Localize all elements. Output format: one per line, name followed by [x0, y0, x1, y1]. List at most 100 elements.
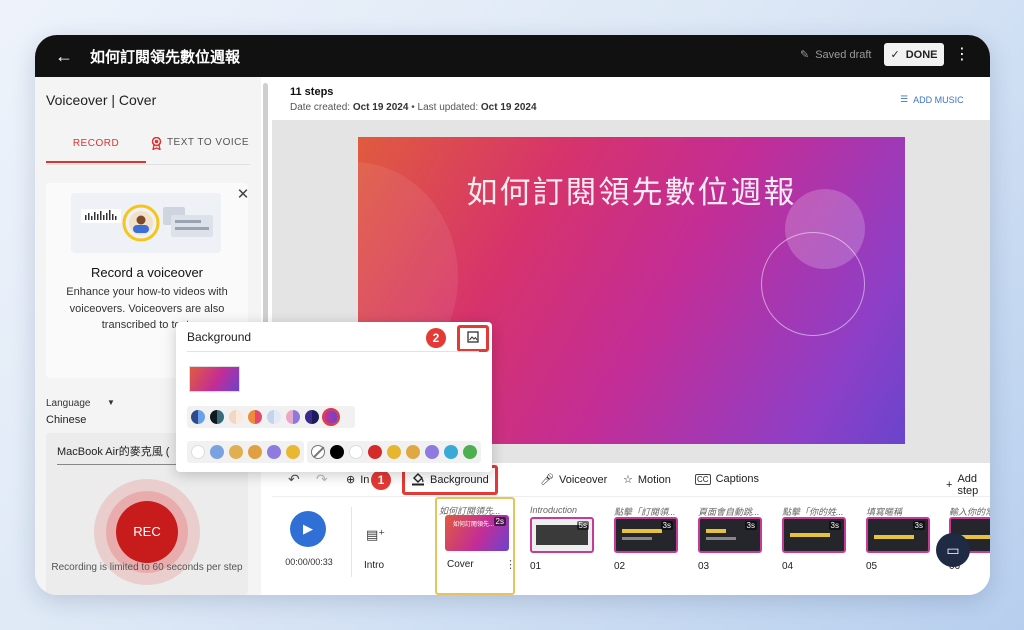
- microphone-icon: 🎤︎: [540, 474, 554, 486]
- color-swatch[interactable]: [229, 445, 243, 459]
- color-swatch[interactable]: [267, 445, 281, 459]
- no-color-icon[interactable]: [311, 445, 325, 459]
- palette-group: [187, 441, 304, 463]
- image-upload-button[interactable]: [457, 325, 489, 352]
- clip-label: 01: [530, 561, 542, 572]
- cloud-saved-icon: ✎: [800, 49, 810, 61]
- add-music-button[interactable]: ☰ ADD MUSIC: [900, 94, 964, 105]
- chat-support-icon[interactable]: ▭: [936, 533, 970, 567]
- add-video-icon[interactable]: ▤⁺: [366, 527, 385, 543]
- color-swatch[interactable]: [286, 445, 300, 459]
- back-arrow-icon[interactable]: ←: [51, 43, 77, 69]
- tab-record[interactable]: RECORD: [46, 137, 146, 163]
- step-badge-1: 1: [371, 470, 391, 490]
- playback-time: 00:00/00:33: [285, 557, 333, 567]
- close-icon[interactable]: ✕: [235, 187, 251, 203]
- closed-captions-icon: CC: [695, 473, 711, 485]
- voiceover-tool[interactable]: 🎤︎ Voiceover: [540, 473, 608, 487]
- caret-down-icon[interactable]: ▼: [107, 398, 115, 407]
- clip-duration: 3s: [744, 521, 757, 530]
- gradient-swatch[interactable]: [191, 410, 205, 424]
- top-bar: ← 如何訂閱領先數位週報 ✎ Saved draft ✓ DONE ⋮: [35, 35, 990, 77]
- current-background-preview: [189, 366, 240, 392]
- clip-label: Cover: [447, 559, 474, 570]
- gradient-swatch[interactable]: [210, 410, 224, 424]
- decor-circle-outline: [761, 232, 865, 336]
- voiceover-tool-label: Voiceover: [558, 473, 608, 486]
- clip-duration: 3s: [912, 521, 925, 530]
- tab-text-to-voice[interactable]: TEXT TO VOICE: [150, 136, 250, 163]
- color-swatch[interactable]: [444, 445, 458, 459]
- star-icon: ☆: [623, 474, 633, 486]
- gradient-swatch[interactable]: [286, 410, 300, 424]
- color-swatch[interactable]: [248, 445, 262, 459]
- color-swatch[interactable]: [210, 445, 224, 459]
- done-button[interactable]: ✓ DONE: [884, 43, 944, 66]
- clip-03[interactable]: 頁面會自動跳... 3s 03: [696, 497, 776, 595]
- clip-cover[interactable]: 如何訂閱領先... 如何訂閱領先... 2s Cover ⋮: [435, 497, 516, 595]
- color-swatch[interactable]: [191, 445, 205, 459]
- clip-01[interactable]: Introduction 5s 01: [528, 497, 608, 595]
- clip-04[interactable]: 點擊「你的姓... 3s 04: [780, 497, 860, 595]
- tab-text-to-voice-label: TEXT TO VOICE: [166, 137, 250, 148]
- color-swatch-row: [187, 441, 483, 463]
- clip-thumbnail: 3s: [782, 517, 846, 553]
- gradient-swatch-row: [187, 406, 355, 428]
- gradient-swatch-selected[interactable]: [324, 410, 338, 424]
- language-value[interactable]: Chinese: [46, 414, 86, 426]
- undo-icon[interactable]: ↶: [288, 471, 300, 488]
- play-icon[interactable]: ▶: [290, 511, 326, 547]
- left-panel-scrollbar[interactable]: [263, 83, 268, 348]
- solid-group: [307, 441, 481, 463]
- popup-divider: [187, 351, 479, 352]
- image-icon: [467, 330, 479, 348]
- clip-label: 04: [782, 561, 794, 572]
- color-swatch[interactable]: [330, 445, 344, 459]
- clip-05[interactable]: 填寫暱稱 3s 05: [864, 497, 944, 595]
- color-swatch[interactable]: [368, 445, 382, 459]
- gradient-swatch[interactable]: [267, 410, 281, 424]
- date-separator: •: [411, 102, 415, 113]
- timeline: ▶ 00:00/00:33 ▤⁺ Intro 如何訂閱領先... 如何訂閱領先.…: [272, 497, 990, 595]
- clip-thumbnail: 如何訂閱領先... 2s: [445, 515, 509, 551]
- captions-tool-label: Captions: [715, 473, 759, 485]
- intro-tool[interactable]: ⊕ In: [346, 473, 369, 487]
- page-title: 如何訂閱領先數位週報: [90, 48, 241, 66]
- app-window: ← 如何訂閱領先數位週報 ✎ Saved draft ✓ DONE ⋮ Voic…: [35, 35, 990, 595]
- clip-duration: 5s: [576, 521, 589, 530]
- panel-title: Voiceover | Cover: [46, 92, 157, 108]
- clip-02[interactable]: 點擊「訂閱領... 3s 02: [612, 497, 692, 595]
- date-created: Oct 19 2024: [352, 102, 409, 113]
- more-vertical-icon[interactable]: ⋮: [505, 558, 516, 571]
- clip-label: 03: [698, 561, 710, 572]
- background-popup: Background: [176, 322, 492, 472]
- record-voiceover-title: Record a voiceover: [91, 265, 203, 280]
- color-swatch[interactable]: [425, 445, 439, 459]
- redo-icon[interactable]: ↷: [316, 471, 328, 488]
- check-icon: ✓: [890, 49, 900, 61]
- clip-thumb-title: 如何訂閱領先...: [453, 522, 495, 528]
- last-updated-label: Last updated:: [417, 102, 479, 113]
- motion-tool[interactable]: ☆ Motion: [623, 473, 671, 487]
- voiceover-illustration: [71, 193, 221, 253]
- clip-duration: 3s: [660, 521, 673, 530]
- background-tool-label: Background: [430, 474, 489, 486]
- color-swatch[interactable]: [406, 445, 420, 459]
- captions-tool[interactable]: CC Captions: [695, 473, 759, 485]
- clip-duration: 2s: [493, 517, 506, 526]
- slide-title[interactable]: 如何訂閱領先數位週報: [358, 167, 905, 212]
- done-label: DONE: [905, 48, 938, 61]
- saved-status: ✎ Saved draft: [800, 48, 871, 62]
- color-swatch[interactable]: [387, 445, 401, 459]
- record-button[interactable]: REC: [116, 501, 178, 563]
- gradient-swatch[interactable]: [248, 410, 262, 424]
- color-swatch[interactable]: [463, 445, 477, 459]
- motion-tool-label: Motion: [637, 473, 671, 486]
- language-label: Language: [46, 398, 91, 409]
- intro-clip-label[interactable]: Intro: [364, 560, 384, 571]
- add-step-button[interactable]: + Add step: [946, 473, 990, 497]
- more-vertical-icon[interactable]: ⋮: [954, 45, 970, 67]
- gradient-swatch[interactable]: [305, 410, 319, 424]
- color-swatch[interactable]: [349, 445, 363, 459]
- gradient-swatch[interactable]: [229, 410, 243, 424]
